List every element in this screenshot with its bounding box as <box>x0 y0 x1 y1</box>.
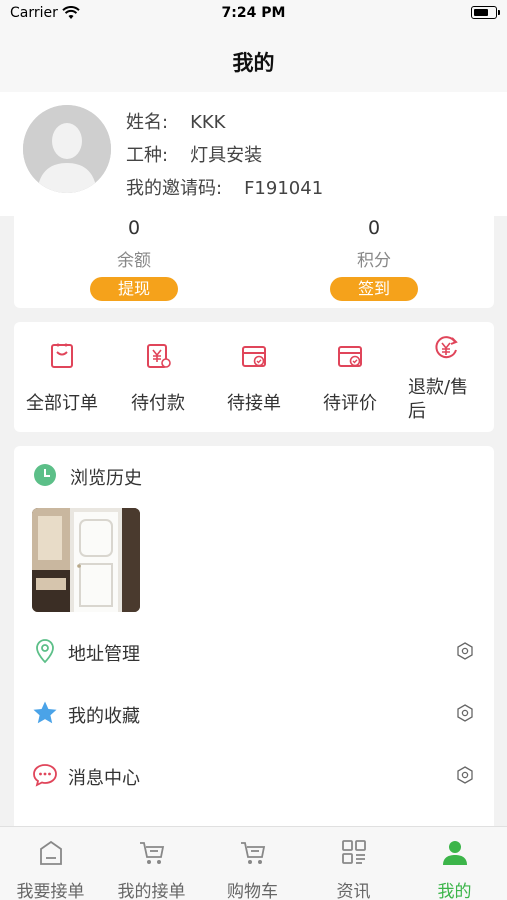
menu-item-messages[interactable]: 消息中心 <box>14 752 494 796</box>
invite-label: 我的邀请码: <box>126 178 223 199</box>
all-orders-icon <box>51 343 73 368</box>
order-item-pending-accept[interactable]: 待接单 <box>206 322 302 432</box>
tab-shopping-cart[interactable]: 购物车 <box>202 827 303 900</box>
balance-value: 0 <box>127 217 141 239</box>
menu-item-favorites[interactable]: 我的收藏 <box>14 690 494 734</box>
news-icon <box>342 840 366 864</box>
message-icon <box>33 764 57 787</box>
profile-header: 姓名: KKK 工种: 灯具安装 我的邀请码: F191041 <box>0 92 507 216</box>
person-icon <box>443 841 467 865</box>
settings-hex-icon <box>457 642 473 660</box>
order-item-label: 退款/售后 <box>408 377 469 422</box>
tab-take-orders[interactable]: 我要接单 <box>0 827 101 900</box>
menu-item-address[interactable]: 地址管理 <box>14 628 494 672</box>
location-icon <box>36 639 54 664</box>
shopping-cart-icon <box>241 842 266 864</box>
pending-accept-icon <box>242 346 266 367</box>
balance-label: 余额 <box>117 251 151 271</box>
menu-item-label: 我的收藏 <box>68 706 140 727</box>
tab-bar: 我要接单 我的接单 购物车 资讯 我的 <box>0 826 507 900</box>
trade-row: 工种: 灯具安装 <box>126 141 262 167</box>
pending-payment-icon <box>147 344 171 368</box>
menu-item-label: 消息中心 <box>68 768 140 789</box>
balance-column: 0 余额 提现 <box>14 216 254 301</box>
tab-label: 我要接单 <box>16 882 85 900</box>
orders-card: 全部订单 待付款 待接单 待评价 退款/售后 <box>14 322 494 432</box>
refund-icon <box>435 336 458 359</box>
points-label: 积分 <box>357 251 391 271</box>
name-row: 姓名: KKK <box>126 108 226 134</box>
menu-item-label: 地址管理 <box>68 644 140 665</box>
order-item-pending-payment[interactable]: 待付款 <box>110 322 206 432</box>
tab-label: 我的接单 <box>117 882 186 900</box>
star-icon <box>33 701 57 724</box>
name-label: 姓名: <box>126 112 169 133</box>
tab-news[interactable]: 资讯 <box>303 827 404 900</box>
page-title: 我的 <box>232 51 275 75</box>
name-value: KKK <box>190 112 226 133</box>
avatar[interactable] <box>23 105 111 193</box>
withdraw-button[interactable]: 提现 <box>90 277 178 301</box>
cart-icon <box>140 842 165 864</box>
points-value: 0 <box>367 217 381 239</box>
navigation-bar: 我的 <box>0 28 507 92</box>
order-item-label: 全部订单 <box>26 393 98 414</box>
invite-row: 我的邀请码: F191041 <box>126 174 323 200</box>
tab-label: 资讯 <box>336 882 371 900</box>
pending-review-icon <box>338 346 362 367</box>
order-item-all[interactable]: 全部订单 <box>14 322 110 432</box>
tab-label: 购物车 <box>227 882 278 900</box>
default-avatar-icon <box>23 105 111 193</box>
door-image <box>32 508 140 612</box>
home-icon <box>40 840 62 865</box>
menu-card: 浏览历史 地址管理 我的收藏 消息中心 <box>14 446 494 826</box>
order-item-label: 待付款 <box>131 393 185 414</box>
wallet-card: 0 余额 提现 0 积分 签到 <box>14 216 494 308</box>
tab-my-orders[interactable]: 我的接单 <box>101 827 202 900</box>
trade-value: 灯具安装 <box>190 145 263 166</box>
tab-label: 我的 <box>437 882 472 900</box>
order-item-refund[interactable]: 退款/售后 <box>398 322 494 432</box>
points-column: 0 积分 签到 <box>254 216 494 301</box>
checkin-button[interactable]: 签到 <box>330 277 418 301</box>
tab-me[interactable]: 我的 <box>404 827 505 900</box>
settings-hex-icon <box>457 766 473 784</box>
order-item-label: 待评价 <box>323 393 377 414</box>
settings-hex-icon <box>457 704 473 722</box>
trade-label: 工种: <box>126 145 169 166</box>
history-thumbnail[interactable] <box>32 508 140 612</box>
browse-history-title: 浏览历史 <box>70 468 142 489</box>
battery-icon <box>471 6 500 19</box>
clock-icon <box>34 464 56 486</box>
invite-code: F191041 <box>244 178 324 199</box>
clock-time: 7:24 PM <box>221 5 286 21</box>
order-item-label: 待接单 <box>227 393 281 414</box>
order-item-pending-review[interactable]: 待评价 <box>302 322 398 432</box>
status-bar: Carrier 7:24 PM <box>0 0 507 28</box>
